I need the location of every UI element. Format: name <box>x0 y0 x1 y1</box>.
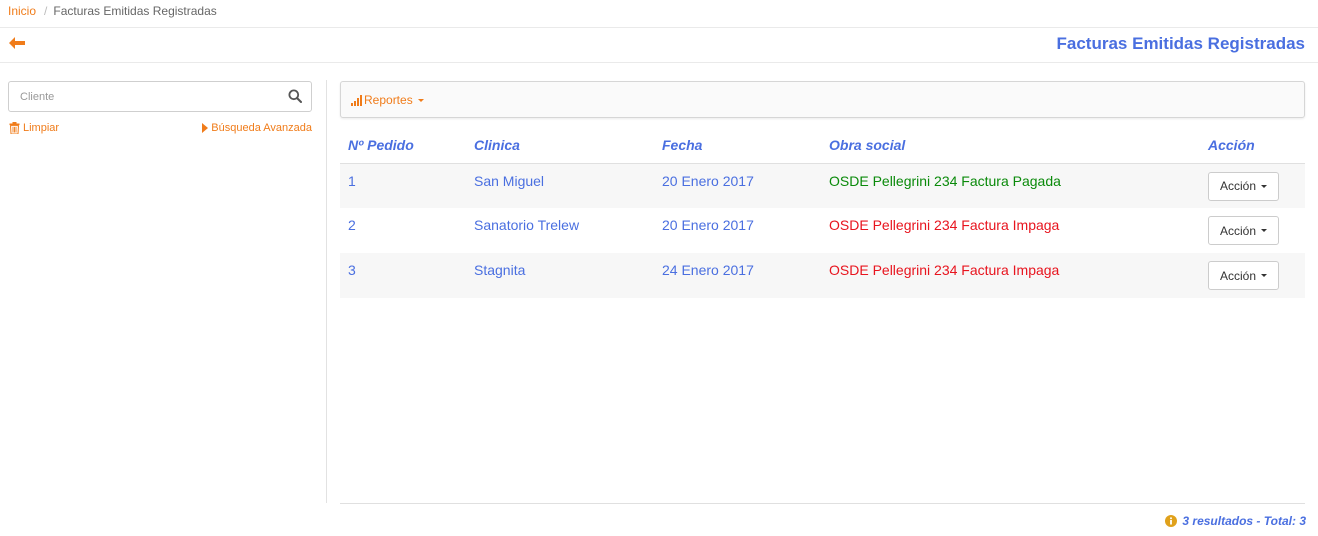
advanced-search-link[interactable]: Búsqueda Avanzada <box>202 122 312 134</box>
client-search <box>8 81 312 112</box>
clear-filter-link[interactable]: Limpiar <box>9 122 59 134</box>
column-header-obra-social[interactable]: Obra social <box>821 127 1200 164</box>
row-action-label: Acción <box>1220 268 1257 283</box>
row-action-label: Acción <box>1220 223 1257 238</box>
row-action-button[interactable]: Acción <box>1208 261 1280 290</box>
results-text: 3 resultados - Total: 3 <box>1182 514 1306 528</box>
reports-label: Reportes <box>364 93 413 107</box>
table-row: 3 Stagnita 24 Enero 2017 OSDE Pellegrini… <box>340 253 1305 298</box>
trash-icon <box>9 122 20 134</box>
arrow-left-icon[interactable] <box>8 36 28 52</box>
results-divider <box>340 503 1305 504</box>
caret-down-icon <box>417 98 424 102</box>
cell-clinica[interactable]: Stagnita <box>466 253 654 298</box>
cell-accion: Acción <box>1200 253 1305 298</box>
column-header-fecha[interactable]: Fecha <box>654 127 821 164</box>
cell-pedido[interactable]: 1 <box>340 163 466 208</box>
cell-pedido[interactable]: 3 <box>340 253 466 298</box>
header-divider <box>0 27 1318 28</box>
toolbar: Reportes <box>340 81 1305 118</box>
results-summary: 3 resultados - Total: 3 <box>1165 514 1306 528</box>
table-row: 2 Sanatorio Trelew 20 Enero 2017 OSDE Pe… <box>340 208 1305 253</box>
column-header-clinica[interactable]: Clinica <box>466 127 654 164</box>
row-action-label: Acción <box>1220 179 1257 193</box>
cell-fecha[interactable]: 20 Enero 2017 <box>654 163 821 208</box>
cell-obra-social[interactable]: OSDE Pellegrini 234 Factura Pagada <box>821 163 1200 208</box>
column-header-accion: Acción <box>1200 127 1305 164</box>
breadcrumb-current: Facturas Emitidas Registradas <box>53 4 217 18</box>
caret-down-icon <box>1261 184 1268 188</box>
info-icon <box>1165 515 1178 527</box>
column-header-pedido[interactable]: Nº Pedido <box>340 127 466 164</box>
cell-fecha[interactable]: 24 Enero 2017 <box>654 253 821 298</box>
table-row: 1 San Miguel 20 Enero 2017 OSDE Pellegri… <box>340 163 1305 208</box>
sidebar-divider <box>326 80 327 503</box>
cell-clinica[interactable]: San Miguel <box>466 163 654 208</box>
cell-accion: Acción <box>1200 163 1305 208</box>
row-action-button[interactable]: Acción <box>1208 171 1280 201</box>
cell-accion: Acción <box>1200 208 1305 253</box>
cell-obra-social[interactable]: OSDE Pellegrini 234 Factura Impaga <box>821 208 1200 253</box>
cell-clinica[interactable]: Sanatorio Trelew <box>466 208 654 253</box>
search-input[interactable] <box>9 82 279 111</box>
cell-fecha[interactable]: 20 Enero 2017 <box>654 208 821 253</box>
advanced-search-label: Búsqueda Avanzada <box>211 122 312 134</box>
caret-down-icon <box>1261 229 1268 232</box>
cell-pedido[interactable]: 2 <box>340 208 466 253</box>
breadcrumb-separator: / <box>44 4 48 18</box>
caret-right-icon <box>202 123 209 133</box>
invoices-table: Nº Pedido Clinica Fecha Obra social Acci… <box>340 127 1305 298</box>
row-action-button[interactable]: Acción <box>1208 216 1280 245</box>
cell-obra-social[interactable]: OSDE Pellegrini 234 Factura Impaga <box>821 253 1200 298</box>
table-header-row: Nº Pedido Clinica Fecha Obra social Acci… <box>340 127 1305 164</box>
page-title: Facturas Emitidas Registradas <box>1056 34 1305 53</box>
search-icon[interactable] <box>288 89 302 103</box>
breadcrumb: Inicio / Facturas Emitidas Registradas <box>8 4 217 20</box>
clear-filter-label: Limpiar <box>23 122 60 134</box>
title-divider <box>0 62 1318 63</box>
breadcrumb-home-link[interactable]: Inicio <box>8 4 36 18</box>
bar-chart-icon <box>351 94 362 106</box>
reports-dropdown-button[interactable]: Reportes <box>351 93 424 107</box>
caret-down-icon <box>1261 274 1268 277</box>
